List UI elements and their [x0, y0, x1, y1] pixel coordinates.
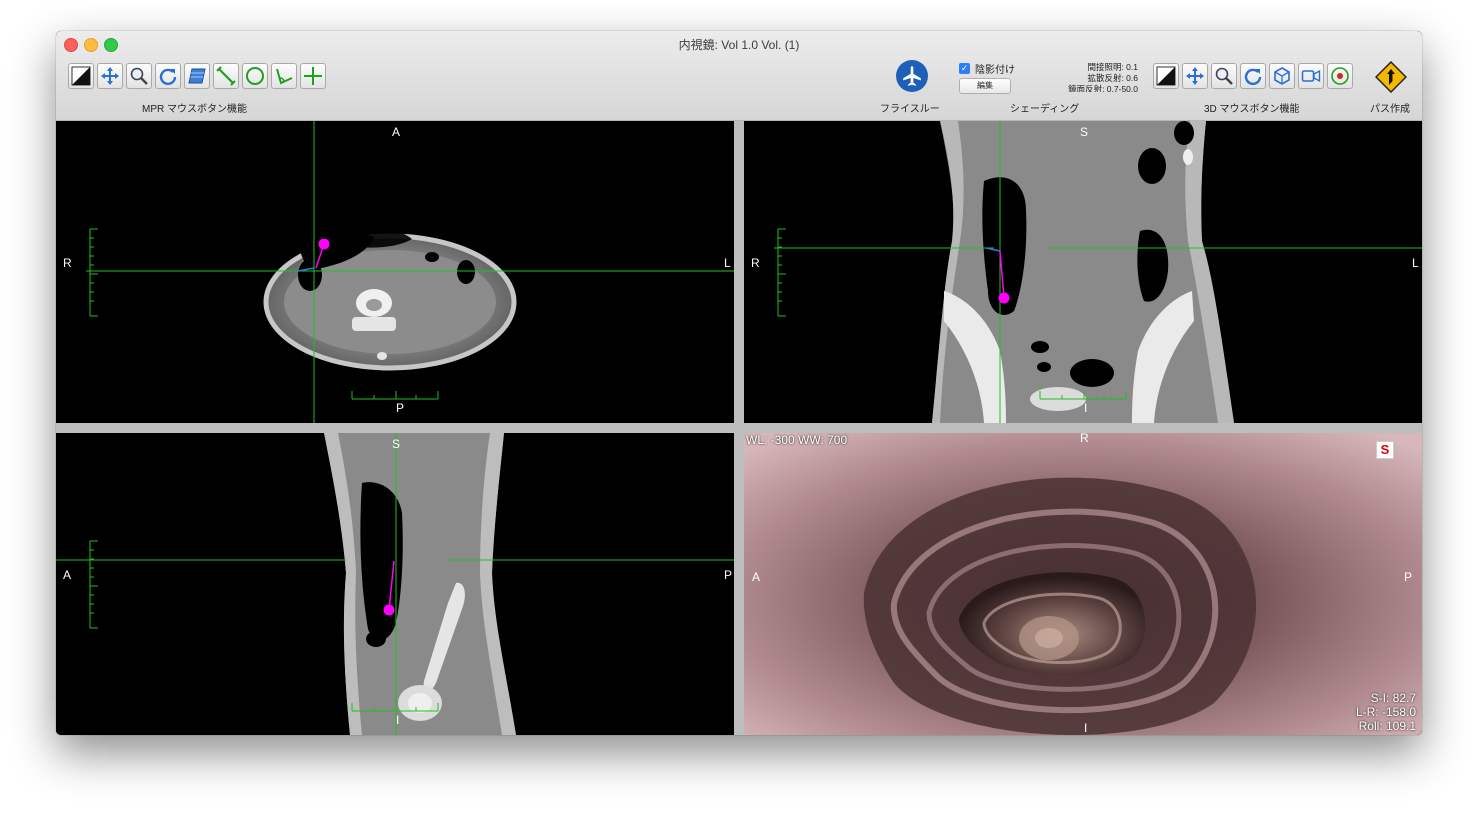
zoom-icon: [1215, 67, 1233, 85]
orient-right: L: [1412, 256, 1419, 270]
edit-button[interactable]: 編集: [959, 78, 1011, 94]
param-specular: 鏡面反射: 0.7-50.0: [1068, 84, 1138, 92]
endoscopic-3d-viewport[interactable]: WL: -300 WW: 700 S R I A P S-I: 82.7 L-R…: [744, 433, 1422, 735]
orient-top: S: [392, 437, 401, 451]
d3-target-button[interactable]: [1327, 63, 1353, 89]
angle-icon: [276, 68, 293, 85]
path-create-label: パス作成: [1370, 104, 1410, 115]
mpr-move-button[interactable]: [97, 63, 123, 89]
ellipse-roi-icon: [246, 67, 264, 85]
d3-rotate-button[interactable]: [1240, 63, 1266, 89]
line-measure-icon: [216, 66, 236, 86]
checkmark-icon: ✓: [959, 63, 970, 74]
orient-top: S: [1080, 125, 1089, 139]
mpr-zoom-button[interactable]: [126, 63, 152, 89]
camera-icon: [1301, 69, 1321, 83]
orient-top: A: [392, 125, 401, 139]
flythrough-label: フライスルー: [880, 104, 940, 115]
coronal-viewport[interactable]: S I R L: [744, 121, 1422, 423]
param-diffuse: 拡散反射: 0.6: [1087, 73, 1138, 83]
rotate-icon: [159, 68, 177, 86]
window-level-icon: [1156, 66, 1176, 86]
orient-bottom: I: [396, 713, 400, 727]
road-sign-icon: [1374, 60, 1408, 94]
airplane-icon: [903, 66, 921, 86]
orient-left: R: [751, 256, 760, 270]
slab-icon: [188, 68, 206, 84]
target-icon: [1331, 67, 1349, 85]
mpr-slab-button[interactable]: [184, 63, 210, 89]
roll-value: Roll: 109.1: [1358, 719, 1416, 733]
window-title: 内視鏡: Vol 1.0 Vol. (1): [678, 38, 800, 52]
d3-group-label: 3D マウスボタン機能: [1204, 104, 1300, 115]
orient-left: A: [752, 570, 761, 584]
lighting-params: 間接照明: 0.1 拡散反射: 0.6 鏡面反射: 0.7-50.0: [1056, 62, 1138, 92]
orient-top: R: [1080, 433, 1089, 445]
shading-checkbox-label: 陰影付け: [975, 65, 1015, 76]
zoom-icon: [130, 67, 148, 85]
d3-cube-orientation-button[interactable]: [1269, 63, 1295, 89]
move-icon: [1186, 67, 1204, 85]
param-ambient: 間接照明: 0.1: [1087, 62, 1138, 72]
mpr-angle-button[interactable]: [271, 63, 297, 89]
mpr-ellipse-roi-button[interactable]: [242, 63, 268, 89]
lr-value: L-R: -158.0: [1355, 705, 1416, 719]
mpr-group-label: MPR マウスボタン機能: [142, 104, 247, 115]
move-icon: [101, 67, 119, 85]
shading-checkbox[interactable]: ✓ 陰影付け: [959, 61, 1015, 76]
endoscope-window: 内視鏡: Vol 1.0 Vol. (1) MPR マウスボタン機能 フライスル…: [56, 31, 1422, 735]
wl-ww-readout: WL: -300 WW: 700: [746, 433, 848, 447]
endoscopic-render: [744, 433, 1422, 735]
orient-bottom: I: [1084, 721, 1088, 735]
orient-bottom: P: [396, 401, 405, 415]
sagittal-ct-image: [56, 433, 734, 735]
toolbar: 内視鏡: Vol 1.0 Vol. (1) MPR マウスボタン機能 フライスル…: [56, 31, 1422, 121]
orient-left: A: [63, 568, 72, 582]
shading-label: シェーディング: [1010, 104, 1080, 115]
vertical-splitter[interactable]: [734, 121, 744, 735]
orient-right: L: [724, 256, 731, 270]
cube-orientation-icon: [1274, 67, 1290, 85]
mpr-crosshair-button[interactable]: [300, 63, 326, 89]
path-create-button[interactable]: [1374, 60, 1408, 94]
coronal-ct-image: [774, 121, 1422, 423]
d3-zoom-button[interactable]: [1211, 63, 1237, 89]
mpr-window-level-button[interactable]: [68, 63, 94, 89]
axial-viewport[interactable]: A P R L: [56, 121, 734, 423]
mpr-line-measure-button[interactable]: [213, 63, 239, 89]
d3-window-level-button[interactable]: [1153, 63, 1179, 89]
si-value: S-I: 82.7: [1370, 691, 1416, 705]
d3-camera-button[interactable]: [1298, 63, 1324, 89]
d3-move-button[interactable]: [1182, 63, 1208, 89]
orientation-badge[interactable]: S: [1376, 441, 1394, 459]
mpr-rotate-button[interactable]: [155, 63, 181, 89]
camera-readout: S-I: 82.7 L-R: -158.0 Roll: 109.1: [1356, 691, 1416, 733]
window-level-icon: [71, 66, 91, 86]
orient-bottom: I: [1084, 401, 1088, 415]
rotate-icon: [1244, 68, 1262, 86]
orient-left: R: [63, 256, 72, 270]
crosshair-icon: [304, 67, 322, 85]
orient-right: P: [724, 568, 733, 582]
axial-ct-image: [86, 121, 734, 423]
sagittal-viewport[interactable]: S I A P: [56, 433, 734, 735]
flythrough-button[interactable]: [896, 60, 928, 92]
orient-right: P: [1404, 570, 1413, 584]
